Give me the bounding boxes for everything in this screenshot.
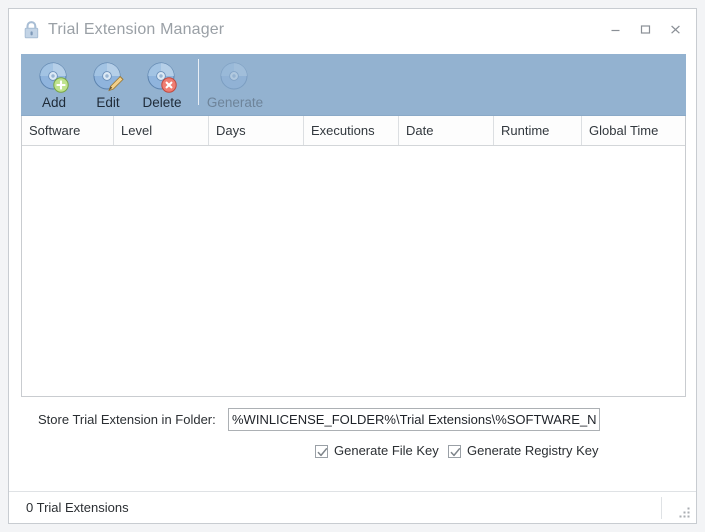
add-button-label: Add bbox=[41, 95, 67, 110]
options-row: Generate File Key Generate Registry Key bbox=[21, 443, 686, 465]
toolbar-separator bbox=[198, 59, 199, 105]
grid-header-row: Software Level Days Executions Date Runt… bbox=[22, 116, 685, 146]
disc-add-icon bbox=[38, 61, 70, 93]
column-header-executions-label: Executions bbox=[311, 123, 375, 138]
title-bar: Trial Extension Manager bbox=[9, 9, 696, 50]
checkbox-box bbox=[315, 444, 328, 458]
column-header-days[interactable]: Days bbox=[209, 116, 304, 145]
checkmark-icon bbox=[317, 447, 328, 456]
generate-button[interactable]: Generate bbox=[206, 56, 264, 112]
column-header-days-label: Days bbox=[216, 123, 246, 138]
checkbox-box bbox=[448, 444, 461, 458]
generate-registry-key-label: Generate Registry Key bbox=[467, 443, 599, 458]
disc-edit-icon bbox=[92, 61, 124, 93]
add-button[interactable]: Add bbox=[27, 56, 81, 112]
delete-button[interactable]: Delete bbox=[135, 56, 189, 112]
folder-label: Store Trial Extension in Folder: bbox=[38, 412, 216, 427]
toolbar-items: Add Edit Delete Generate bbox=[27, 54, 264, 116]
column-header-runtime-label: Runtime bbox=[501, 123, 550, 138]
edit-button-label: Edit bbox=[96, 95, 120, 110]
status-separator bbox=[661, 497, 662, 519]
app-root: Trial Extension Manager Add Edit Delete … bbox=[0, 0, 705, 532]
trial-extensions-grid: Software Level Days Executions Date Runt… bbox=[21, 116, 686, 397]
column-header-executions[interactable]: Executions bbox=[304, 116, 399, 145]
disc-generate-icon bbox=[219, 61, 251, 93]
generate-file-key-checkbox[interactable]: Generate File Key bbox=[315, 443, 439, 459]
trial-extension-manager-window: Trial Extension Manager Add Edit Delete … bbox=[8, 8, 697, 524]
close-icon[interactable] bbox=[660, 17, 690, 41]
delete-button-label: Delete bbox=[142, 95, 182, 110]
column-header-level-label: Level bbox=[121, 123, 153, 138]
status-text: 0 Trial Extensions bbox=[26, 500, 129, 515]
column-header-date[interactable]: Date bbox=[399, 116, 494, 145]
folder-row: Store Trial Extension in Folder: bbox=[21, 408, 686, 432]
window-title: Trial Extension Manager bbox=[48, 21, 225, 38]
column-header-global-time-label: Global Time bbox=[589, 123, 659, 138]
generate-button-label: Generate bbox=[206, 95, 264, 110]
folder-input[interactable] bbox=[228, 408, 600, 431]
toolbar: Add Edit Delete Generate bbox=[21, 54, 686, 116]
column-header-software-label: Software bbox=[29, 123, 81, 138]
checkmark-icon bbox=[450, 447, 461, 456]
generate-file-key-label: Generate File Key bbox=[334, 443, 439, 458]
window-controls bbox=[600, 17, 690, 41]
maximize-icon[interactable] bbox=[630, 17, 660, 41]
minimize-icon[interactable] bbox=[600, 17, 630, 41]
column-header-level[interactable]: Level bbox=[114, 116, 209, 145]
column-header-global-time[interactable]: Global Time bbox=[582, 116, 685, 145]
edit-button[interactable]: Edit bbox=[81, 56, 135, 112]
generate-registry-key-checkbox[interactable]: Generate Registry Key bbox=[448, 443, 599, 459]
grid-body[interactable] bbox=[22, 146, 685, 396]
disc-delete-icon bbox=[146, 61, 178, 93]
padlock-icon bbox=[22, 20, 41, 40]
column-header-software[interactable]: Software bbox=[22, 116, 114, 145]
column-header-runtime[interactable]: Runtime bbox=[494, 116, 582, 145]
column-header-date-label: Date bbox=[406, 123, 434, 138]
status-bar: 0 Trial Extensions bbox=[9, 491, 696, 523]
resize-grip-icon[interactable] bbox=[677, 505, 691, 519]
